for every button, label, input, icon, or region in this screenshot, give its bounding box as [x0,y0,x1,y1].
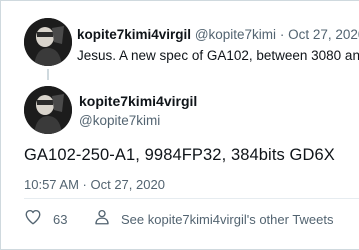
parent-tweet-text[interactable]: Jesus. A new spec of GA102, between 3080… [77,47,359,65]
parent-separator: · [279,27,285,42]
tweet-embed: kopite7kimi4virgil @kopite7kimi · Oct 27… [0,0,359,250]
parent-date[interactable]: Oct 27, 2020 [288,27,359,42]
thread-connector-line [47,69,49,80]
like-button[interactable]: 63 [24,209,67,229]
parent-display-name[interactable]: kopite7kimi4virgil [77,27,191,42]
person-icon [93,208,111,231]
heart-icon [24,208,42,231]
parent-tweet-header: kopite7kimi4virgil @kopite7kimi · Oct 27… [77,26,359,44]
profile-link-label: See kopite7kimi4virgil's other Tweets [121,211,334,227]
main-tweet-text: GA102-250-A1, 9984FP32, 384bits GD6X [24,146,335,164]
main-avatar[interactable] [24,86,72,134]
tweet-timestamp[interactable]: 10:57 AM · Oct 27, 2020 [24,177,165,192]
main-handle[interactable]: @kopite7kimi [79,113,160,128]
parent-handle[interactable]: @kopite7kimi [195,27,276,42]
parent-avatar[interactable] [24,18,72,66]
main-display-name[interactable]: kopite7kimi4virgil [79,93,197,109]
like-count: 63 [53,211,68,227]
action-divider [24,198,359,199]
profile-link[interactable]: See kopite7kimi4virgil's other Tweets [93,209,334,229]
